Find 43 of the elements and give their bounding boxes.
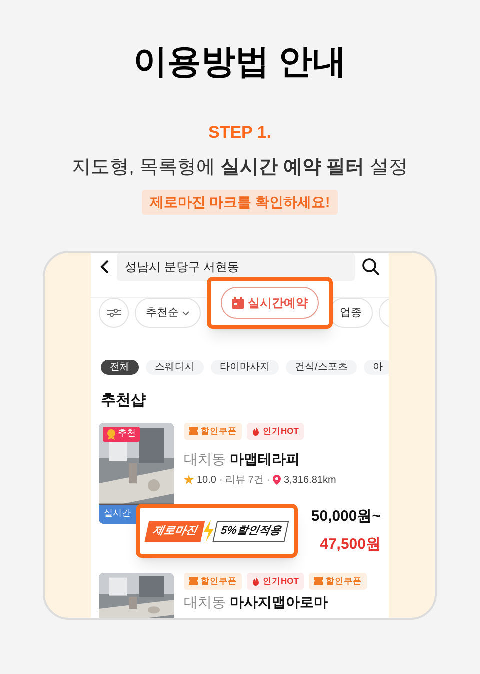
category-tab[interactable]: 아 <box>364 360 389 375</box>
back-icon[interactable] <box>99 259 111 275</box>
star-icon <box>184 475 194 485</box>
sliders-icon <box>107 308 121 318</box>
coupon-icon <box>189 427 198 435</box>
discount-label: 5%할인적용 <box>212 520 290 542</box>
page-title: 이용방법 안내 <box>133 42 347 83</box>
medal-icon <box>107 428 116 440</box>
lightning-icon <box>203 520 216 542</box>
sort-dropdown[interactable]: 추천순 <box>135 298 201 328</box>
review-count: · 리뷰 7건 · <box>219 474 270 488</box>
section-heading: 추천샵 <box>100 391 147 411</box>
category-tab[interactable]: 스웨디시 <box>146 360 204 375</box>
rating: 10.0 <box>197 474 216 488</box>
step-label: STEP 1. <box>208 122 272 144</box>
category-tab[interactable]: 전체 <box>101 360 139 375</box>
coupon-icon <box>189 577 198 585</box>
realtime-filter-chip[interactable]: 실시간예약 <box>221 287 319 319</box>
category-tab[interactable]: 타이마사지 <box>211 360 279 375</box>
flame-icon <box>252 426 260 436</box>
calendar-icon <box>232 297 244 309</box>
recommend-badge: 추천 <box>103 426 140 442</box>
tag: 할인쿠폰 <box>308 572 367 590</box>
tag: 할인쿠폰 <box>184 422 242 440</box>
tag: 인기HOT <box>247 572 304 590</box>
distance: 3,316.81km <box>284 474 336 488</box>
price: 50,000원~ <box>311 506 381 526</box>
category-tab[interactable]: 건식/스포츠 <box>286 360 357 375</box>
filter-button[interactable] <box>99 298 129 328</box>
flame-icon <box>252 576 260 586</box>
chevron-down-icon <box>182 310 190 316</box>
coupon-icon <box>314 577 323 585</box>
shop-name: 대치동 마사지맵아로마 <box>184 592 329 610</box>
search-field[interactable]: 성남시 분당구 서현동 <box>117 253 355 281</box>
subtitle: 지도형, 목록형에 실시간 예약 필터 설정 <box>72 156 408 180</box>
note-badge: 제로마진 마크를 확인하세요! <box>142 190 338 215</box>
tag: 인기HOT <box>247 422 304 440</box>
search-icon[interactable] <box>361 257 381 277</box>
pin-icon <box>273 475 282 485</box>
sale-price: 47,500원 <box>320 535 381 555</box>
shop-name: 대치동 마맵테라피 <box>184 450 301 468</box>
tag: 할인쿠폰 <box>184 572 242 590</box>
zero-margin-label: 제로마진 <box>144 520 206 542</box>
